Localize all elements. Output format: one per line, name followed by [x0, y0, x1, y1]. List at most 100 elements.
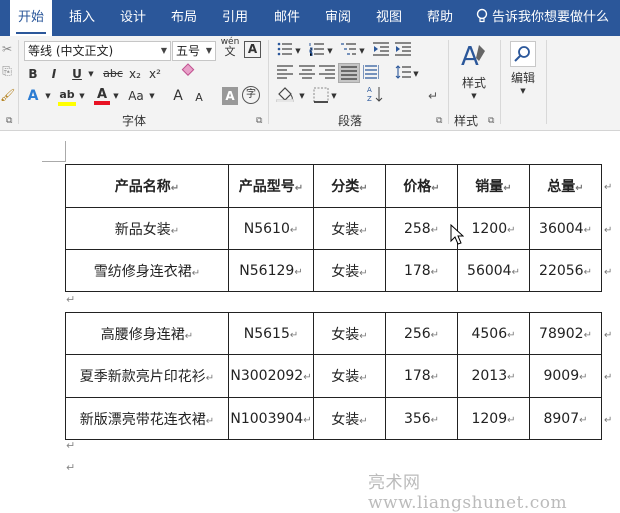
superscript-button[interactable]: x²: [148, 65, 162, 83]
tab-layout[interactable]: 布局: [164, 0, 204, 36]
clear-formatting-button[interactable]: [178, 63, 198, 84]
justify-button[interactable]: [338, 63, 360, 83]
align-left-button[interactable]: [276, 65, 294, 84]
change-case-button[interactable]: Aa: [126, 87, 146, 105]
increase-indent-button[interactable]: [394, 42, 412, 61]
enclose-characters-button[interactable]: 字: [242, 86, 260, 104]
chevron-down-icon[interactable]: ▼: [294, 42, 302, 60]
bold-button[interactable]: B: [26, 65, 40, 83]
tab-insert[interactable]: 插入: [62, 0, 102, 36]
chevron-down-icon[interactable]: ▼: [78, 87, 86, 105]
table-cell[interactable]: 256↵: [385, 312, 458, 355]
table-cell[interactable]: 夏季新款亮片印花衫↵: [65, 354, 229, 398]
chevron-down-icon[interactable]: ▼: [148, 87, 156, 105]
table-cell[interactable]: 新版漂亮带花连衣裙↵: [65, 397, 229, 440]
font-name-combo[interactable]: 等线 (中文正文) ▼: [24, 41, 171, 61]
line-spacing-button[interactable]: [394, 65, 412, 84]
table-cell[interactable]: 36004↵: [529, 207, 602, 250]
font-color-button[interactable]: A: [94, 86, 110, 105]
borders-button[interactable]: [312, 87, 330, 108]
table-cell[interactable]: 女装↵: [313, 354, 386, 398]
cut-icon[interactable]: ✂: [0, 40, 14, 58]
shrink-font-button[interactable]: A: [192, 89, 206, 107]
table-cell[interactable]: 高腰修身连裙↵: [65, 312, 229, 355]
table-cell[interactable]: 总量↵: [529, 164, 602, 208]
table-cell[interactable]: 产品名称↵: [65, 164, 229, 208]
distributed-button[interactable]: [362, 65, 380, 84]
subscript-button[interactable]: x₂: [128, 65, 142, 83]
bullets-button[interactable]: [276, 42, 294, 61]
table-cell[interactable]: 22056↵: [529, 249, 602, 292]
tell-me-search[interactable]: 告诉我你想要做什么: [476, 0, 609, 36]
table-cell[interactable]: 178↵: [385, 249, 458, 292]
chevron-down-icon[interactable]: ▼: [86, 65, 96, 83]
format-painter-icon[interactable]: 🖌: [0, 86, 15, 104]
table-cell[interactable]: 新品女装↵: [65, 207, 229, 250]
chevron-down-icon[interactable]: ▼: [326, 42, 334, 60]
italic-button[interactable]: I: [48, 65, 60, 83]
table-cell[interactable]: 56004↵: [457, 249, 530, 292]
tab-references[interactable]: 引用: [214, 0, 256, 36]
table-cell[interactable]: 178↵: [385, 354, 458, 398]
chevron-down-icon[interactable]: ▼: [412, 65, 420, 83]
text-effects-button[interactable]: A: [26, 87, 40, 105]
highlight-color-button[interactable]: ab: [58, 86, 76, 106]
table-cell[interactable]: 价格↵: [385, 164, 458, 208]
table-cell[interactable]: 分类↵: [313, 164, 386, 208]
show-marks-button[interactable]: ↵: [426, 87, 440, 105]
tab-home[interactable]: 开始: [10, 0, 52, 38]
chevron-down-icon[interactable]: ▼: [112, 87, 120, 105]
table-cell[interactable]: N5610↵: [228, 207, 314, 250]
table-cell[interactable]: 女装↵: [313, 312, 386, 355]
copy-icon[interactable]: ⎘: [0, 62, 14, 80]
table-cell[interactable]: 2013↵: [457, 354, 530, 398]
table-cell[interactable]: 8907↵: [529, 397, 602, 440]
table-cell[interactable]: 产品型号↵: [228, 164, 314, 208]
sort-button[interactable]: AZ: [366, 85, 384, 108]
tab-help[interactable]: 帮助: [419, 0, 461, 36]
table-cell[interactable]: N56129↵: [228, 249, 314, 292]
chevron-down-icon[interactable]: ▼: [44, 87, 52, 105]
tab-view[interactable]: 视图: [368, 0, 410, 36]
table-cell[interactable]: 9009↵: [529, 354, 602, 398]
font-size-combo[interactable]: 五号 ▼: [172, 41, 216, 61]
styles-gallery-button[interactable]: A 样式 ▼: [458, 41, 490, 107]
table-cell[interactable]: 女装↵: [313, 397, 386, 440]
tab-review[interactable]: 审阅: [317, 0, 359, 36]
paragraph-dialog-launcher-icon[interactable]: ⧉: [436, 116, 442, 126]
table-cell[interactable]: 4506↵: [457, 312, 530, 355]
numbering-button[interactable]: [308, 42, 326, 61]
align-center-button[interactable]: [298, 65, 316, 84]
table-cell[interactable]: N1003904↵: [228, 397, 314, 440]
table-cell[interactable]: N5615↵: [228, 312, 314, 355]
shading-button[interactable]: [274, 86, 296, 107]
chevron-down-icon[interactable]: ▼: [298, 87, 306, 105]
decrease-indent-button[interactable]: [372, 42, 390, 61]
chevron-down-icon[interactable]: ▼: [358, 42, 366, 60]
table-cell[interactable]: 销量↵: [457, 164, 530, 208]
multilevel-list-button[interactable]: [340, 42, 358, 61]
table-cell[interactable]: 女装↵: [313, 207, 386, 250]
table-cell[interactable]: 雪纺修身连衣裙↵: [65, 249, 229, 292]
editing-button[interactable]: 编辑 ▼: [506, 41, 540, 107]
character-shading-button[interactable]: A: [222, 87, 238, 105]
align-right-button[interactable]: [318, 65, 336, 84]
table-cell[interactable]: 1200↵: [457, 207, 530, 250]
table-cell[interactable]: 356↵: [385, 397, 458, 440]
clipboard-dialog-launcher-icon[interactable]: ⧉: [6, 116, 12, 126]
strikethrough-button[interactable]: abc: [102, 65, 124, 83]
table-cell[interactable]: 女装↵: [313, 249, 386, 292]
table-cell[interactable]: 78902↵: [529, 312, 602, 355]
character-border-button[interactable]: A: [244, 41, 261, 58]
styles-dialog-launcher-icon[interactable]: ⧉: [488, 116, 494, 126]
chevron-down-icon[interactable]: ▼: [330, 87, 338, 105]
font-dialog-launcher-icon[interactable]: ⧉: [256, 116, 262, 126]
table-cell[interactable]: 258↵: [385, 207, 458, 250]
table-cell[interactable]: N3002092↵: [228, 354, 314, 398]
table-cell[interactable]: 1209↵: [457, 397, 530, 440]
phonetic-guide-button[interactable]: wén 文: [220, 38, 240, 58]
grow-font-button[interactable]: A: [170, 87, 186, 105]
tab-design[interactable]: 设计: [112, 0, 154, 36]
tab-mailings[interactable]: 邮件: [266, 0, 308, 36]
underline-button[interactable]: U: [70, 65, 84, 83]
